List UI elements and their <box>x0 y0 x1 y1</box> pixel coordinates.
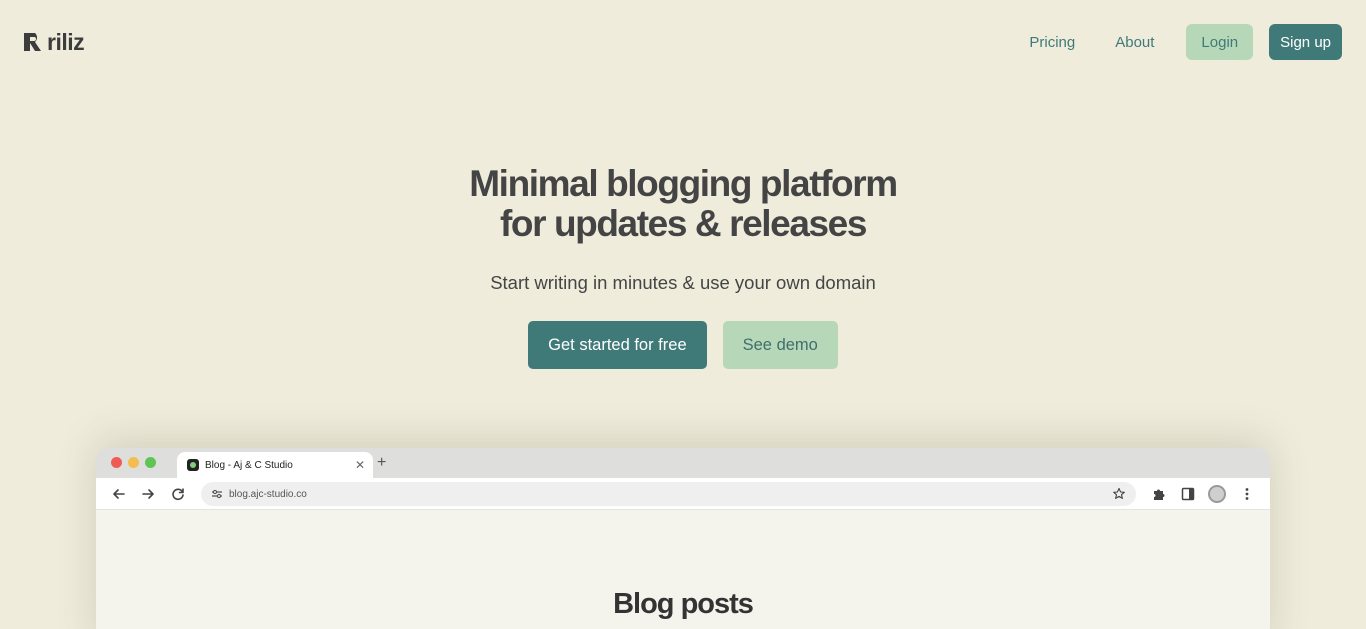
favicon-icon <box>187 459 199 471</box>
logo-mark-icon <box>24 33 41 51</box>
signup-button[interactable]: Sign up <box>1269 24 1342 60</box>
hero-cta-group: Get started for free See demo <box>0 321 1366 369</box>
blog-posts-heading: Blog posts <box>613 588 754 620</box>
browser-tab-bar: Blog - Aj & C Studio ✕ + <box>96 448 1270 478</box>
top-nav: riliz Pricing About Login Sign up <box>0 0 1366 84</box>
hero-subtitle: Start writing in minutes & use your own … <box>490 272 876 293</box>
hero-title-line1: Minimal blogging platform <box>469 163 898 204</box>
window-minimize-dot <box>128 457 139 468</box>
brand-name: riliz <box>47 28 85 55</box>
nav-actions: Pricing About Login Sign up <box>1029 24 1342 60</box>
get-started-button[interactable]: Get started for free <box>528 321 707 369</box>
side-panel-icon <box>1181 487 1195 501</box>
landing-page: riliz Pricing About Login Sign up Minima… <box>0 0 1366 629</box>
browser-viewport: Blog posts <box>96 510 1270 629</box>
back-arrow-icon <box>113 489 125 499</box>
window-maximize-dot <box>145 457 156 468</box>
logo[interactable]: riliz <box>24 28 85 56</box>
new-tab-icon: + <box>377 454 387 471</box>
browser-tab: Blog - Aj & C Studio ✕ <box>177 452 373 478</box>
login-button[interactable]: Login <box>1186 24 1254 60</box>
hero-title-line2: for updates & releases <box>499 203 867 244</box>
address-bar-url: blog.ajc-studio.co <box>229 488 307 500</box>
nav-link-pricing[interactable]: Pricing <box>1029 34 1075 51</box>
tab-close-icon: ✕ <box>354 458 365 472</box>
browser-mockup: Blog - Aj & C Studio ✕ + blog.ajc-studio… <box>96 448 1270 629</box>
extensions-puzzle-icon <box>1154 489 1165 500</box>
see-demo-button[interactable]: See demo <box>722 321 838 369</box>
hero-section: Minimal blogging platform for updates & … <box>0 164 1366 369</box>
nav-link-about[interactable]: About <box>1115 34 1154 51</box>
window-close-dot <box>111 457 122 468</box>
profile-avatar-icon <box>1208 485 1226 503</box>
forward-arrow-icon <box>142 489 154 499</box>
hero-title: Minimal blogging platform for updates & … <box>0 164 1366 244</box>
browser-toolbar: blog.ajc-studio.co <box>96 478 1270 510</box>
address-bar: blog.ajc-studio.co <box>201 482 1136 506</box>
bookmark-star-icon <box>1113 487 1125 499</box>
reload-icon <box>172 488 184 501</box>
kebab-menu-icon <box>1245 488 1249 500</box>
site-settings-icon <box>212 489 222 499</box>
browser-tab-title: Blog - Aj & C Studio <box>205 459 293 471</box>
